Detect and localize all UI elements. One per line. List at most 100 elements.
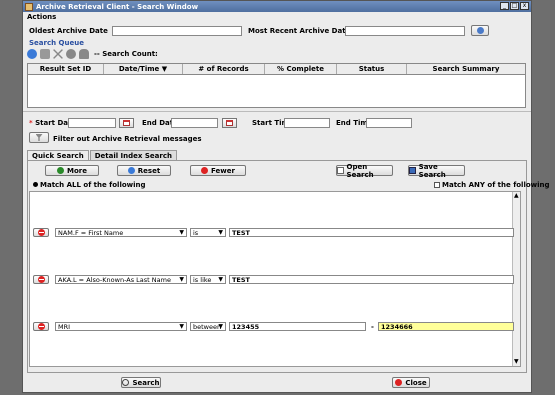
criterion-field-select[interactable]: AKA.L = Also-Known-As Last Name ▼ [55, 275, 187, 284]
required-mark: * [29, 119, 33, 127]
filter-label: Filter out Archive Retrieval messages [53, 135, 202, 143]
criterion-operator-select[interactable]: between ▼ [190, 322, 226, 331]
criterion-field-value: NAM.F = First Name [58, 229, 124, 237]
remove-criterion-button[interactable] [33, 322, 49, 331]
match-all-label: Match ALL of the following [40, 181, 146, 189]
chevron-down-icon: ▼ [179, 276, 184, 283]
criterion-operator-value: between [193, 323, 222, 331]
col-search-summary[interactable]: Search Summary [407, 64, 525, 74]
tab-detail-index-search[interactable]: Detail Index Search [89, 150, 177, 160]
criterion-operator-select[interactable]: is ▼ [190, 228, 226, 237]
reset-icon [127, 167, 135, 174]
criterion-operator-value: is like [193, 276, 212, 284]
delete-icon[interactable] [53, 49, 63, 59]
chevron-down-icon: ▼ [218, 229, 223, 236]
tab-quick-search[interactable]: Quick Search [27, 150, 89, 160]
document-icon [337, 167, 344, 174]
open-search-button[interactable]: Open Search [336, 162, 393, 179]
match-any-option[interactable]: Match ANY of the following [434, 181, 550, 189]
close-window-button[interactable]: x [520, 2, 529, 10]
criteria-list: ▲ ▼ NAM.F = First Name ▼ is ▼ TEST AKA.L =… [29, 191, 521, 367]
queue-toolbar: -- Search Count: [27, 49, 158, 59]
remove-icon [201, 167, 209, 174]
close-button[interactable]: Close [392, 377, 430, 388]
criterion-field-value: MRI [58, 323, 71, 331]
reset-button[interactable]: Reset [117, 165, 171, 176]
col-date-time[interactable]: Date/Time ▼ [104, 64, 183, 74]
minus-icon [37, 323, 45, 330]
col-records[interactable]: # of Records [183, 64, 265, 74]
end-date-calendar-button[interactable] [222, 118, 237, 128]
match-any-label: Match ANY of the following [442, 181, 550, 189]
menu-bar: Actions [23, 12, 531, 23]
match-all-option[interactable]: Match ALL of the following [33, 181, 146, 189]
criterion-operator-value: is [193, 229, 199, 237]
end-date-field[interactable] [171, 118, 218, 128]
criterion-value-input[interactable]: TEST [229, 275, 514, 284]
refresh-icon [476, 27, 484, 34]
remove-criterion-button[interactable] [33, 228, 49, 237]
range-dash: - [371, 323, 374, 331]
minimize-button[interactable]: _ [500, 2, 509, 10]
start-time-field[interactable] [284, 118, 330, 128]
refresh-queue-icon[interactable] [27, 49, 37, 59]
chevron-down-icon: ▼ [179, 229, 184, 236]
chevron-down-icon: ▼ [218, 276, 223, 283]
range-start-input[interactable]: 123455 [229, 322, 366, 331]
calendar-icon [226, 120, 233, 126]
export-icon[interactable] [79, 49, 89, 59]
oldest-archive-label: Oldest Archive Date [29, 27, 108, 35]
radio-selected-icon [33, 182, 38, 187]
maximize-button[interactable]: □ [510, 2, 519, 10]
remove-criterion-button[interactable] [33, 275, 49, 284]
filter-toggle-button[interactable] [29, 132, 49, 143]
search-queue-table[interactable]: Result Set ID Date/Time ▼ # of Records %… [27, 63, 526, 108]
col-result-set-id[interactable]: Result Set ID [28, 64, 104, 74]
stop-icon[interactable] [40, 49, 50, 59]
minus-icon [37, 276, 45, 283]
chevron-down-icon: ▼ [218, 323, 223, 330]
search-queue-title: Search Queue [29, 39, 84, 47]
scroll-up-icon[interactable]: ▲ [514, 193, 519, 199]
checkbox-icon [434, 182, 440, 188]
splitter[interactable] [23, 111, 531, 112]
more-label: More [67, 166, 87, 175]
recent-archive-field[interactable] [345, 26, 465, 36]
pause-icon[interactable] [66, 49, 76, 59]
reset-label: Reset [137, 166, 161, 175]
close-label: Close [405, 378, 427, 387]
range-end-input[interactable]: 1234666 [378, 322, 514, 331]
col-status[interactable]: Status [337, 64, 407, 74]
criterion-field-select[interactable]: NAM.F = First Name ▼ [55, 228, 187, 237]
menu-actions[interactable]: Actions [27, 13, 56, 21]
minus-icon [37, 229, 45, 236]
filter-icon [35, 134, 43, 141]
save-search-button[interactable]: Save Search [408, 163, 465, 179]
search-window: Archive Retrieval Client - Search Window… [22, 0, 550, 393]
title-bar[interactable]: Archive Retrieval Client - Search Window… [23, 1, 531, 12]
window-title: Archive Retrieval Client - Search Window [36, 2, 199, 11]
fewer-label: Fewer [211, 166, 235, 175]
add-icon [57, 167, 64, 174]
search-tabs: Quick Search Detail Index Search [27, 150, 178, 160]
fewer-button[interactable]: Fewer [190, 165, 246, 176]
calendar-icon [123, 120, 130, 126]
start-date-field[interactable] [68, 118, 116, 128]
col-percent-complete[interactable]: % Complete [265, 64, 337, 74]
end-time-field[interactable] [366, 118, 412, 128]
close-icon [395, 379, 403, 386]
criterion-field-select[interactable]: MRI ▼ [55, 322, 187, 331]
open-search-label: Open Search [346, 162, 374, 179]
criterion-value-input[interactable]: TEST [229, 228, 514, 237]
start-date-calendar-button[interactable] [119, 118, 134, 128]
more-button[interactable]: More [45, 165, 99, 176]
save-icon [409, 167, 416, 174]
search-button[interactable]: Search [121, 377, 161, 388]
refresh-archive-button[interactable] [471, 25, 489, 36]
oldest-archive-field[interactable] [112, 26, 242, 36]
search-icon [122, 379, 130, 386]
criterion-field-value: AKA.L = Also-Known-As Last Name [58, 276, 171, 284]
scroll-down-icon[interactable]: ▼ [514, 359, 519, 365]
criterion-operator-select[interactable]: is like ▼ [190, 275, 226, 284]
app-icon [25, 2, 33, 11]
